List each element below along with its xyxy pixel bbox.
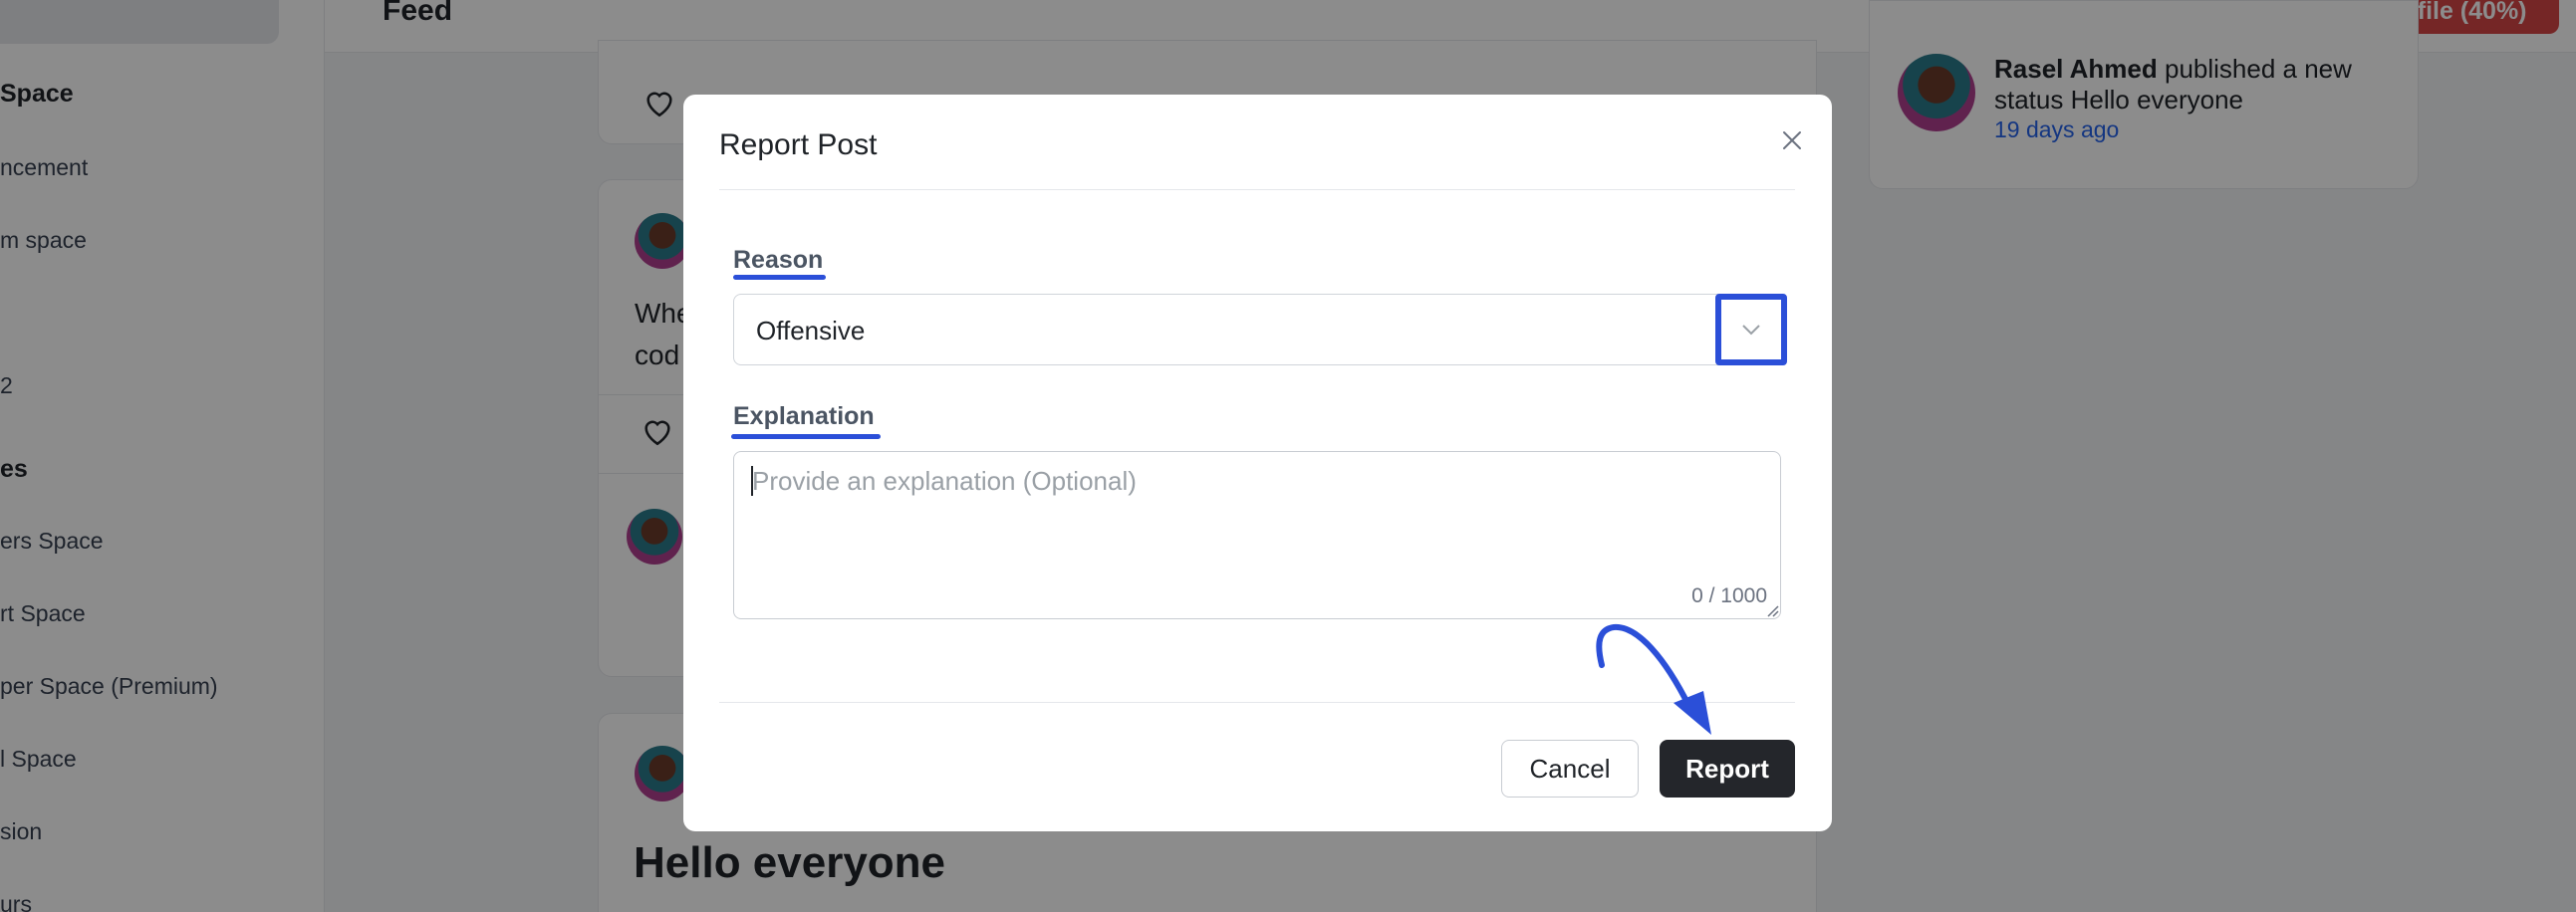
character-counter: 0 / 1000 (1691, 584, 1767, 607)
close-icon (1783, 131, 1801, 149)
reason-dropdown-toggle[interactable] (1715, 294, 1787, 365)
explanation-label: Explanation (733, 402, 875, 430)
explanation-textarea[interactable] (733, 451, 1781, 619)
curved-arrow-icon (1596, 623, 1711, 735)
resize-handle-icon[interactable] (1765, 603, 1779, 617)
modal-title: Report Post (719, 128, 878, 161)
modal-header-divider (719, 189, 1795, 190)
reason-select-value: Offensive (756, 316, 866, 345)
annotation-underline (733, 275, 826, 280)
reason-label: Reason (733, 246, 824, 274)
reason-select[interactable]: Offensive (733, 294, 1783, 365)
text-caret (751, 466, 753, 496)
annotation-underline (731, 434, 881, 439)
close-button[interactable] (1772, 120, 1812, 160)
chevron-down-icon (1742, 325, 1760, 336)
